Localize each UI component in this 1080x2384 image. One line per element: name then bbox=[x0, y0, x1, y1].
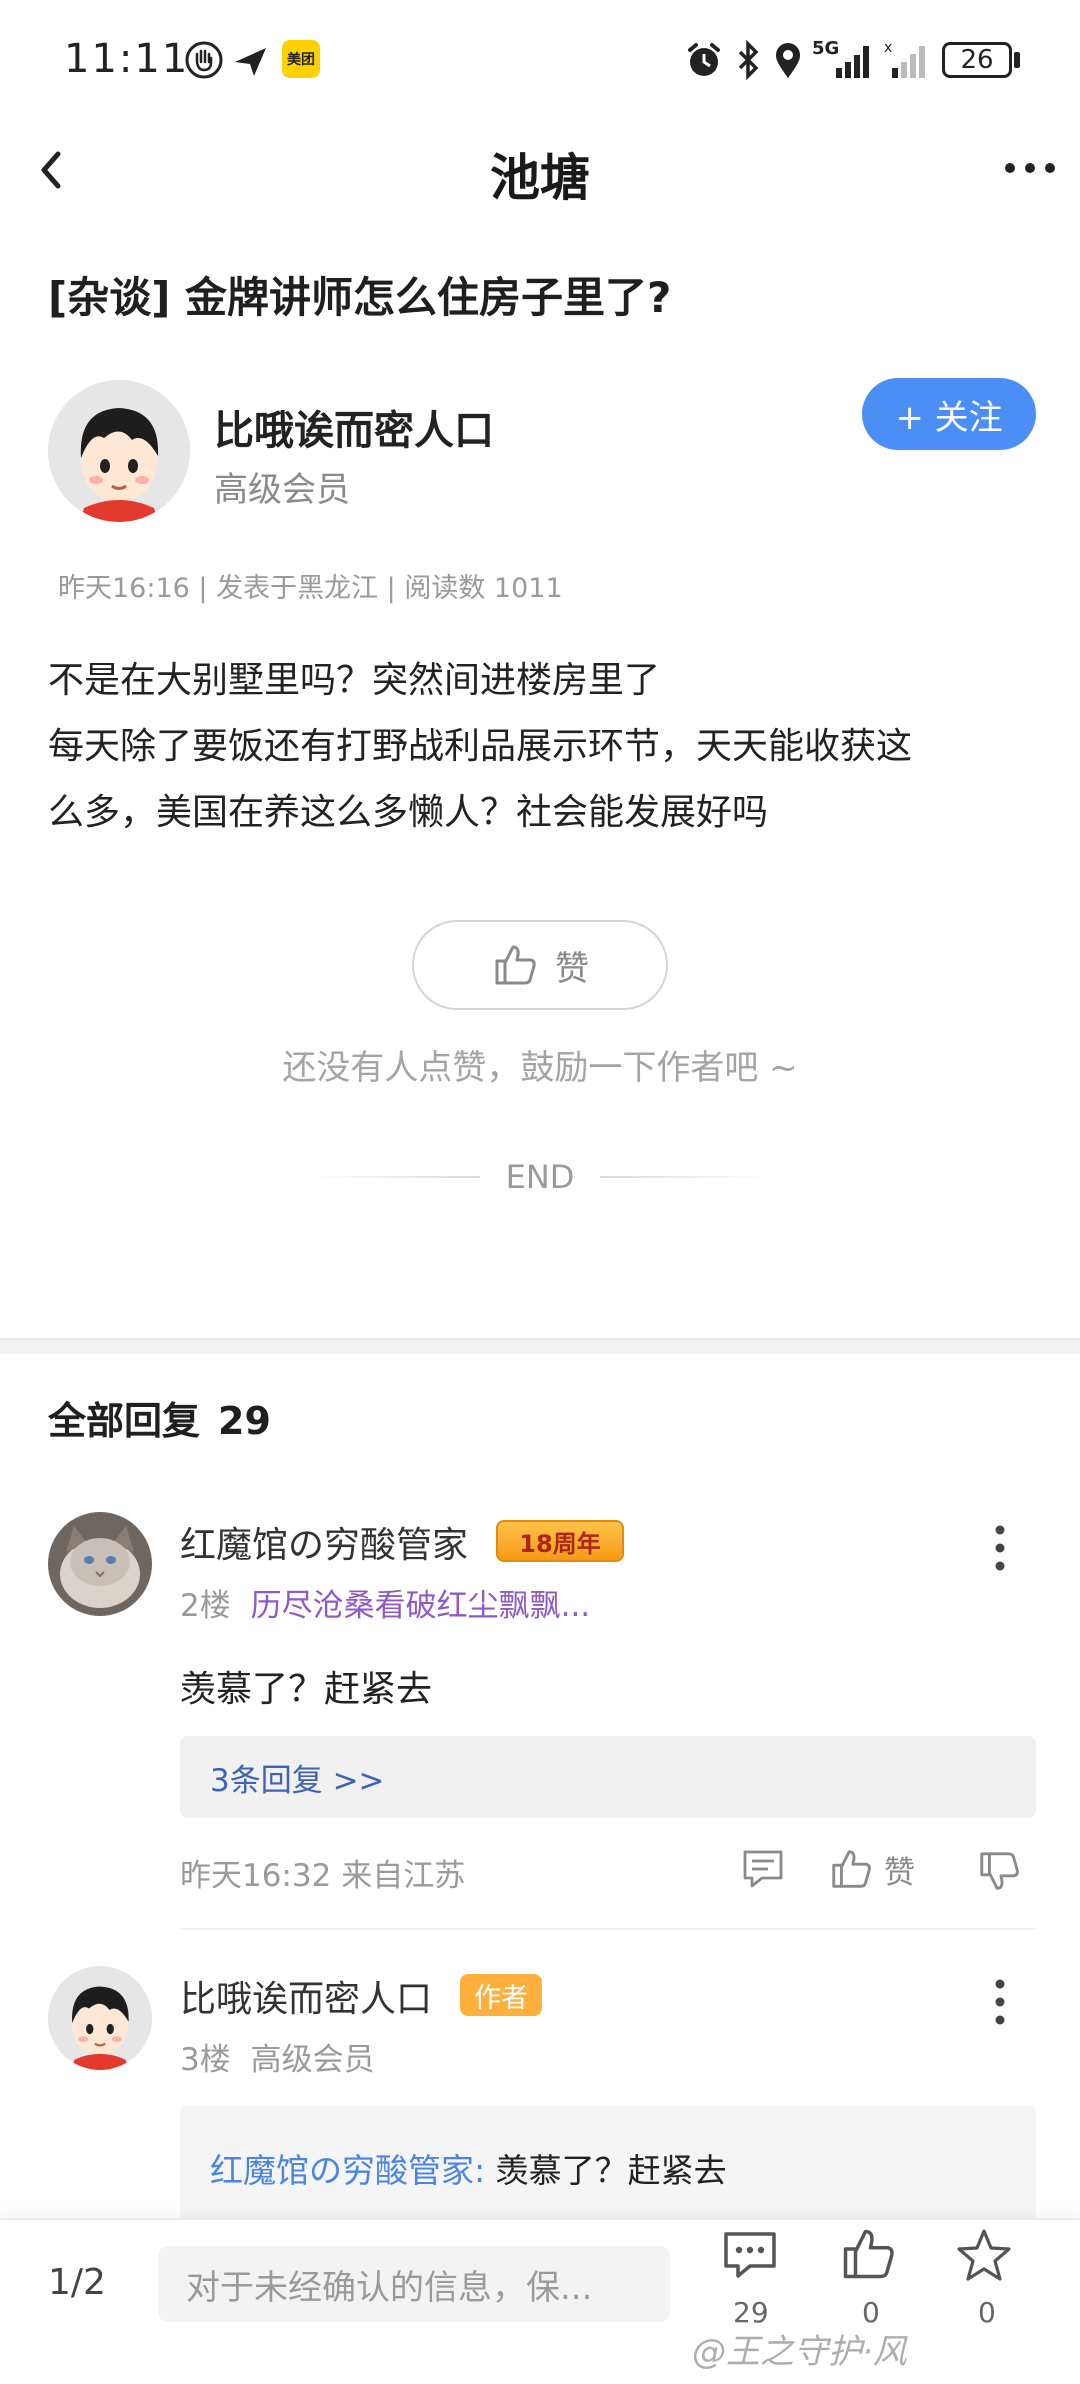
battery-icon: 26 bbox=[942, 42, 1012, 78]
comment-text: 羡慕了？赶紧去 bbox=[180, 1669, 433, 1710]
sub-replies-link[interactable]: 3条回复 >> bbox=[180, 1736, 1036, 1818]
location-arrow-icon bbox=[235, 48, 266, 76]
post-body: 不是在大别墅里吗？突然间进楼房里了 每天除了要饭还有打野战利品展示环节，天天能收… bbox=[48, 648, 1038, 846]
comment-like-button[interactable]: 赞 bbox=[828, 1846, 915, 1892]
comment-floor-line: 3楼 高级会员 bbox=[180, 2034, 375, 2079]
follow-button[interactable]: + 关注 bbox=[862, 378, 1036, 450]
favorite-star-icon[interactable] bbox=[954, 2226, 1014, 2286]
replies-heading: 全部回复 29 bbox=[48, 1390, 271, 1445]
thumbs-up-icon bbox=[832, 1850, 871, 1888]
author-level: 高级会员 bbox=[214, 470, 350, 510]
status-bar: 11:11 美团 5G x 26 bbox=[0, 0, 1080, 120]
alarm-icon bbox=[688, 43, 720, 76]
cartoon-avatar-icon bbox=[48, 1966, 152, 2070]
comment-input[interactable]: 对于未经确认的信息，保... bbox=[158, 2246, 670, 2322]
comment-input-placeholder: 对于未经确认的信息，保... bbox=[186, 2267, 593, 2308]
cartoon-avatar-icon bbox=[48, 380, 190, 522]
favorite-count: 0 bbox=[978, 2296, 996, 2329]
battery-tip bbox=[1014, 52, 1020, 68]
reply-comment-icon[interactable] bbox=[740, 1846, 786, 1892]
post-end-marker: END bbox=[0, 1158, 1080, 1196]
anniversary-badge: 18周年 bbox=[496, 1520, 624, 1562]
quoted-text: 羡慕了？赶紧去 bbox=[495, 2151, 727, 2190]
section-divider bbox=[0, 1338, 1080, 1354]
post-meta: 昨天16:16 | 发表于黑龙江 | 阅读数 1011 bbox=[58, 573, 563, 604]
thumbs-up-icon bbox=[495, 945, 536, 985]
comment-bubble-icon[interactable] bbox=[720, 2226, 780, 2286]
post-title: [杂谈] 金牌讲师怎么住房子里了? bbox=[48, 273, 672, 322]
comment-separator bbox=[180, 1928, 1036, 1930]
commenter-level: 高级会员 bbox=[250, 2042, 375, 2078]
sub-replies-label: 3条回复 >> bbox=[210, 1762, 385, 1799]
follow-button-label: + 关注 bbox=[895, 397, 1003, 438]
comment-more-icon[interactable] bbox=[990, 1518, 1010, 1578]
page-indicator[interactable]: 1/2 bbox=[48, 2262, 106, 2303]
quoted-reply: 红魔馆の穷酸管家: 羡慕了？赶紧去 bbox=[210, 2144, 727, 2192]
like-thumb-icon[interactable] bbox=[838, 2224, 898, 2284]
commenter-signature: 历尽沧桑看破红尘飘飘... bbox=[250, 1588, 591, 1624]
signal-5g-icon: 5G bbox=[812, 38, 876, 82]
cat-avatar-icon bbox=[48, 1512, 152, 1616]
anniversary-badge-label: 18周年 bbox=[519, 1529, 601, 1558]
page-title: 池塘 bbox=[490, 149, 590, 207]
thumbs-down-icon[interactable] bbox=[976, 1848, 1022, 1894]
more-options-icon[interactable] bbox=[1000, 148, 1060, 188]
comment-like-label: 赞 bbox=[884, 1854, 915, 1891]
commenter-avatar[interactable] bbox=[48, 1512, 152, 1616]
location-pin-icon bbox=[776, 43, 800, 78]
post-body-line: 不是在大别墅里吗？突然间进楼房里了 bbox=[48, 660, 661, 701]
replies-count: 29 bbox=[218, 1399, 271, 1443]
comment-floor-line: 2楼 历尽沧桑看破红尘飘飘... bbox=[180, 1580, 590, 1625]
svg-text:x: x bbox=[884, 40, 892, 56]
battery-level: 26 bbox=[960, 45, 994, 75]
comment-more-icon[interactable] bbox=[990, 1972, 1010, 2032]
end-divider-left bbox=[309, 1176, 480, 1178]
author-tag-label: 作者 bbox=[474, 1982, 528, 2014]
commenter-name[interactable]: 红魔馆の穷酸管家 bbox=[180, 1516, 468, 1568]
commenter-avatar[interactable] bbox=[48, 1966, 152, 2070]
gesture-hand-icon bbox=[185, 41, 223, 79]
author-tag-badge: 作者 bbox=[460, 1974, 542, 2016]
signal-weak-icon: x bbox=[884, 40, 925, 78]
watermark: @王之守护·风 bbox=[692, 2332, 907, 2372]
app-badge-label: 美团 bbox=[287, 52, 315, 68]
post-body-line: 每天除了要饭还有打野战利品展示环节，天天能收获这 bbox=[48, 726, 913, 767]
like-button[interactable]: 赞 bbox=[412, 920, 668, 1010]
like-button-label: 赞 bbox=[555, 948, 589, 989]
quoted-user[interactable]: 红魔馆の穷酸管家: bbox=[210, 2151, 485, 2190]
end-label: END bbox=[505, 1158, 575, 1196]
like-hint: 还没有人点赞，鼓励一下作者吧 ~ bbox=[282, 1048, 798, 1088]
comment-floor: 2楼 bbox=[180, 1588, 231, 1624]
comment-floor: 3楼 bbox=[180, 2042, 231, 2078]
bluetooth-icon bbox=[738, 40, 759, 80]
end-divider-right bbox=[600, 1176, 771, 1178]
meituan-app-icon: 美团 bbox=[282, 40, 320, 78]
author-avatar[interactable] bbox=[48, 380, 190, 522]
replies-heading-label: 全部回复 bbox=[48, 1399, 201, 1443]
author-name[interactable]: 比哦诶而密人口 bbox=[214, 398, 494, 456]
commenter-name[interactable]: 比哦诶而密人口 bbox=[180, 1970, 432, 2022]
comment-time: 昨天16:32 来自江苏 bbox=[180, 1858, 466, 1894]
post-body-line: 么多，美国在养这么多懒人？社会能发展好吗 bbox=[48, 792, 769, 833]
status-time: 11:11 bbox=[64, 36, 190, 82]
